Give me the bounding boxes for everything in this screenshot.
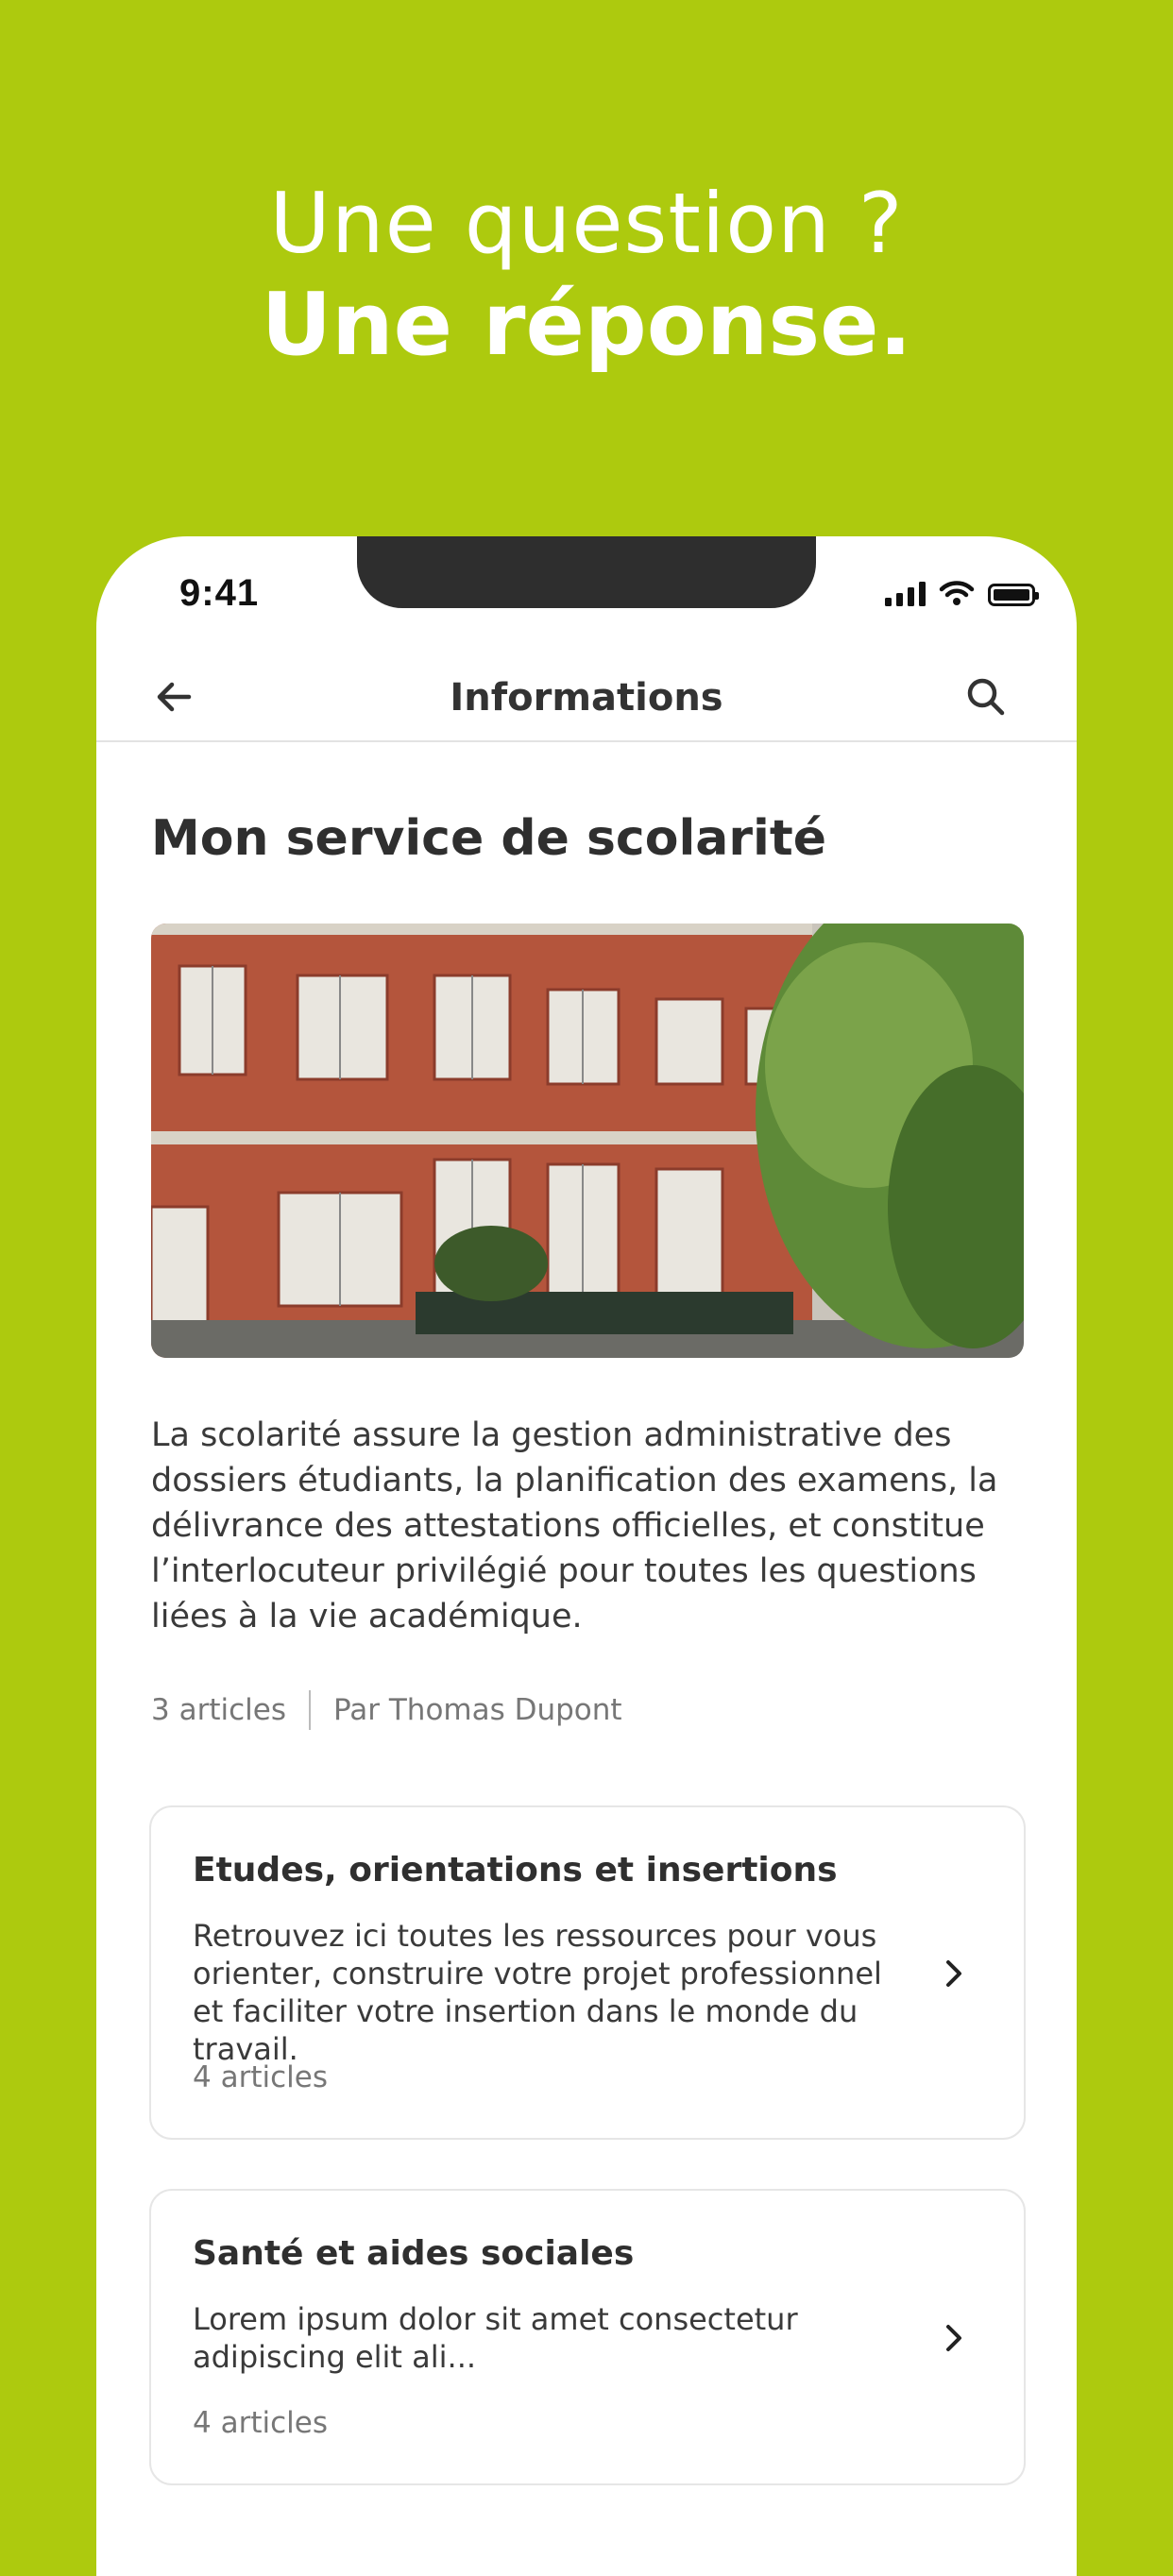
hero-image [151, 924, 1024, 1358]
chevron-right-icon [946, 1960, 961, 1987]
chevron-right-icon [946, 2325, 961, 2351]
phone-frame: 9:41 Informations Mon service de scolari… [96, 536, 1077, 2576]
category-card[interactable]: Santé et aides sociales Lorem ipsum dolo… [149, 2189, 1026, 2485]
author-label: Par Thomas Dupont [332, 1693, 622, 1727]
card-description: Retrouvez ici toutes les ressources pour… [193, 1918, 882, 2067]
article-count: 3 articles [151, 1693, 286, 1727]
page-title: Mon service de scolarité [151, 810, 826, 867]
card-article-count: 4 articles [193, 2406, 328, 2440]
card-article-count: 4 articles [193, 2060, 328, 2094]
cellular-signal-icon [885, 580, 926, 606]
wifi-icon [939, 581, 975, 605]
phone-notch [357, 536, 816, 608]
promo-line-2: Une réponse. [261, 274, 912, 375]
promo-headline: Une question ? Une réponse. [0, 175, 1173, 377]
card-description: Lorem ipsum dolor sit amet consectetur a… [193, 2301, 798, 2375]
promo-line-1: Une question ? [269, 175, 904, 272]
meta-divider [308, 1690, 311, 1730]
page-description: La scolarité assure la gestion administr… [151, 1416, 998, 1635]
battery-icon [988, 584, 1039, 606]
page-meta: 3 articles Par Thomas Dupont [151, 1690, 622, 1730]
status-time: 9:41 [179, 572, 260, 614]
category-card[interactable]: Etudes, orientations et insertions Retro… [149, 1805, 1026, 2140]
navigation-bar: Informations [96, 653, 1077, 742]
card-title: Etudes, orientations et insertions [193, 1851, 838, 1890]
card-title: Santé et aides sociales [193, 2234, 635, 2273]
search-icon[interactable] [963, 674, 1009, 720]
status-icons [885, 580, 1039, 606]
nav-title: Informations [450, 676, 723, 720]
